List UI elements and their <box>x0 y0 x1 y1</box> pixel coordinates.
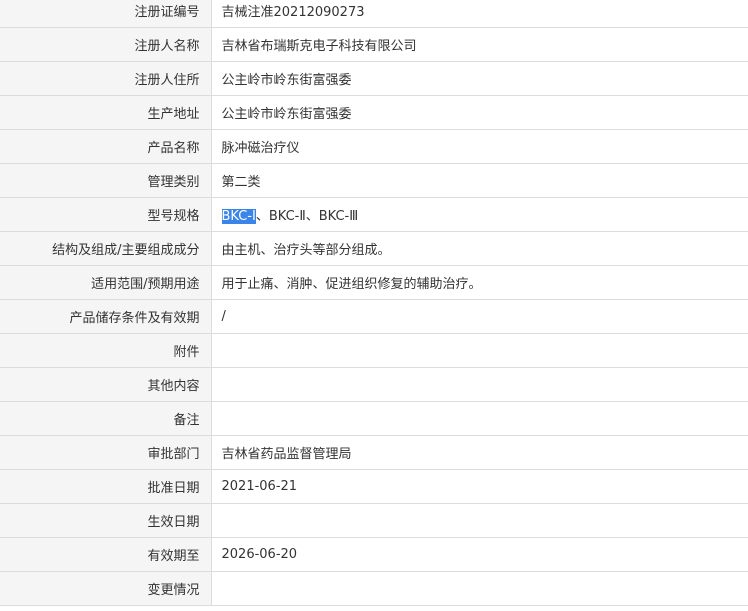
label-valid-until: 有效期至 <box>0 537 212 572</box>
label-production-address: 生产地址 <box>0 95 212 130</box>
row-registrant-name: 注册人名称 吉林省布瑞斯克电子科技有限公司 <box>0 27 748 62</box>
value-production-address: 公主岭市岭东街富强委 <box>211 95 748 130</box>
row-registration-number: 注册证编号 吉械注准20212090273 <box>0 0 748 28</box>
label-other-content: 其他内容 <box>0 367 212 402</box>
value-registrant-name: 吉林省布瑞斯克电子科技有限公司 <box>211 27 748 62</box>
label-attachment: 附件 <box>0 333 212 368</box>
model-spec-rest[interactable]: 、BKC-Ⅱ、BKC-Ⅲ <box>256 209 358 224</box>
label-management-category: 管理类别 <box>0 163 212 198</box>
value-remarks <box>211 401 748 436</box>
row-attachment: 附件 <box>0 333 748 368</box>
value-change-history <box>211 571 748 606</box>
label-change-history: 变更情况 <box>0 571 212 606</box>
row-model-spec: 型号规格 BKC-Ⅰ、BKC-Ⅱ、BKC-Ⅲ <box>0 197 748 232</box>
value-approval-date: 2021-06-21 <box>211 469 748 504</box>
value-registration-number: 吉械注准20212090273 <box>211 0 748 28</box>
row-product-name: 产品名称 脉冲磁治疗仪 <box>0 129 748 164</box>
row-effective-date: 生效日期 <box>0 503 748 538</box>
value-intended-use: 用于止痛、消肿、促进组织修复的辅助治疗。 <box>211 265 748 300</box>
row-intended-use: 适用范围/预期用途 用于止痛、消肿、促进组织修复的辅助治疗。 <box>0 265 748 300</box>
label-structure-composition: 结构及组成/主要组成成分 <box>0 231 212 266</box>
row-other-content: 其他内容 <box>0 367 748 402</box>
row-management-category: 管理类别 第二类 <box>0 163 748 198</box>
value-product-name: 脉冲磁治疗仪 <box>211 129 748 164</box>
row-remarks: 备注 <box>0 401 748 436</box>
value-management-category: 第二类 <box>211 163 748 198</box>
row-production-address: 生产地址 公主岭市岭东街富强委 <box>0 95 748 130</box>
row-valid-until: 有效期至 2026-06-20 <box>0 537 748 572</box>
row-approval-date: 批准日期 2021-06-21 <box>0 469 748 504</box>
label-approval-date: 批准日期 <box>0 469 212 504</box>
selected-text[interactable]: BKC-Ⅰ <box>221 209 256 224</box>
value-approval-department: 吉林省药品监督管理局 <box>211 435 748 470</box>
value-effective-date <box>211 503 748 538</box>
label-remarks: 备注 <box>0 401 212 436</box>
value-registrant-address: 公主岭市岭东街富强委 <box>211 61 748 96</box>
value-model-spec[interactable]: BKC-Ⅰ、BKC-Ⅱ、BKC-Ⅲ <box>211 197 748 232</box>
registration-detail-table: 注册证编号 吉械注准20212090273 注册人名称 吉林省布瑞斯克电子科技有… <box>0 0 748 606</box>
row-storage-validity: 产品储存条件及有效期 / <box>0 299 748 334</box>
value-storage-validity: / <box>211 299 748 334</box>
label-model-spec: 型号规格 <box>0 197 212 232</box>
label-effective-date: 生效日期 <box>0 503 212 538</box>
label-product-name: 产品名称 <box>0 129 212 164</box>
value-attachment <box>211 333 748 368</box>
row-approval-department: 审批部门 吉林省药品监督管理局 <box>0 435 748 470</box>
row-registrant-address: 注册人住所 公主岭市岭东街富强委 <box>0 61 748 96</box>
value-structure-composition: 由主机、治疗头等部分组成。 <box>211 231 748 266</box>
label-approval-department: 审批部门 <box>0 435 212 470</box>
row-change-history: 变更情况 <box>0 571 748 606</box>
label-registrant-name: 注册人名称 <box>0 27 212 62</box>
row-structure-composition: 结构及组成/主要组成成分 由主机、治疗头等部分组成。 <box>0 231 748 266</box>
label-registration-number: 注册证编号 <box>0 0 212 28</box>
value-valid-until: 2026-06-20 <box>211 537 748 572</box>
label-intended-use: 适用范围/预期用途 <box>0 265 212 300</box>
value-other-content <box>211 367 748 402</box>
label-registrant-address: 注册人住所 <box>0 61 212 96</box>
label-storage-validity: 产品储存条件及有效期 <box>0 299 212 334</box>
